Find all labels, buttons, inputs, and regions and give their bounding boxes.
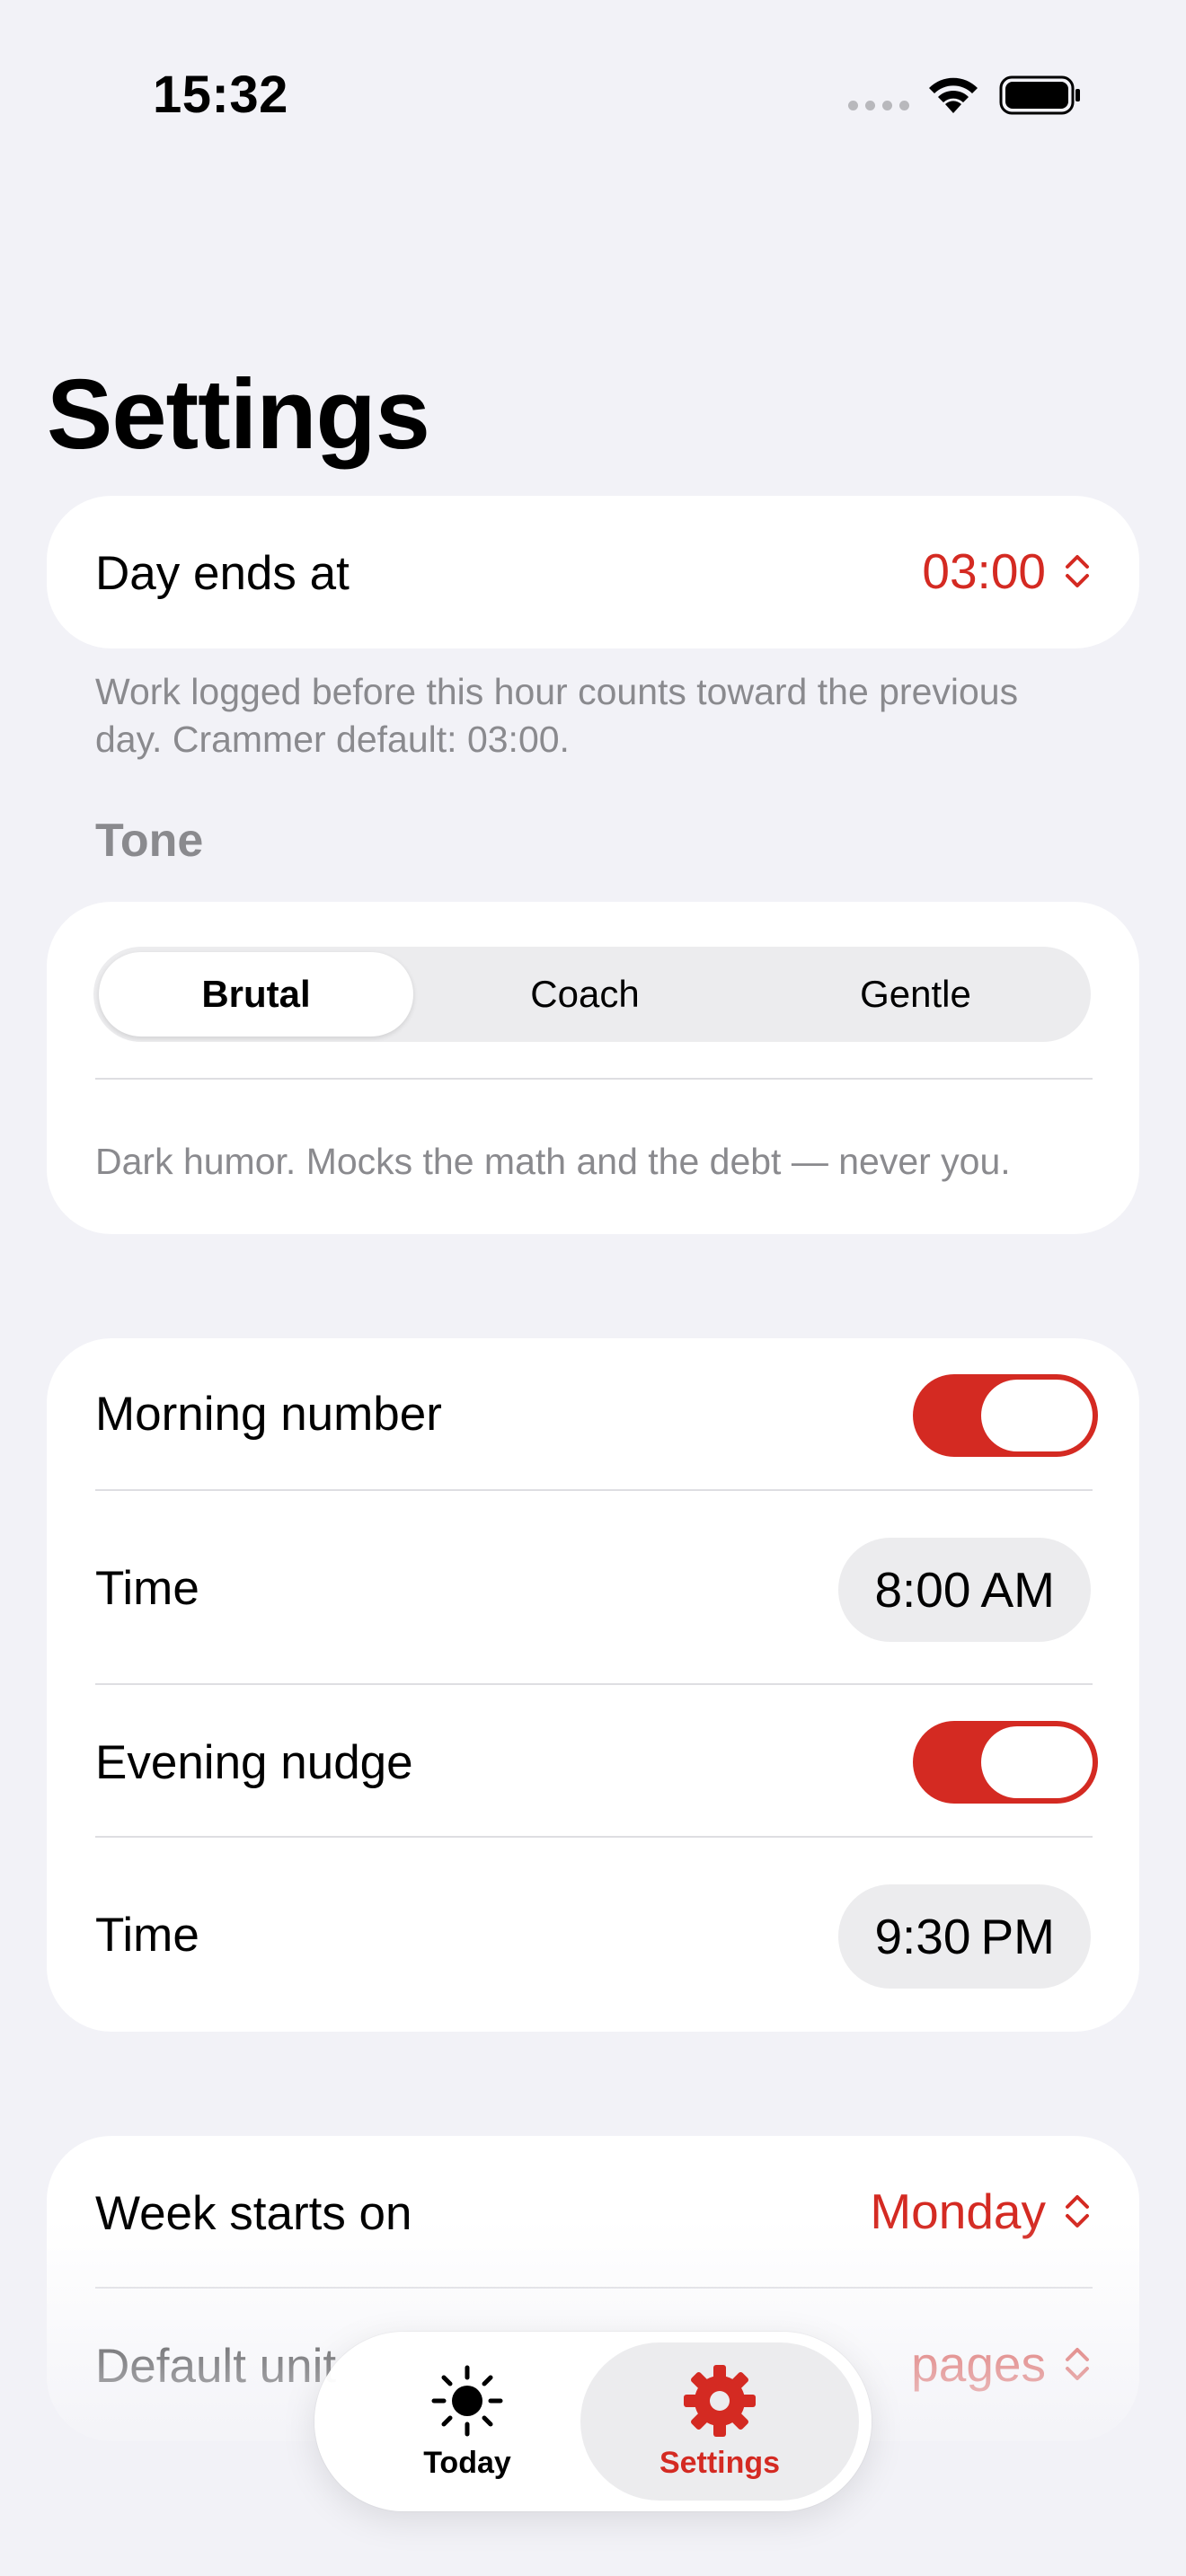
battery-icon [999,75,1080,115]
default-unit-label: Default unit [95,2340,337,2393]
tab-settings-label: Settings [659,2445,781,2480]
evening-time-label: Time [95,1909,199,1962]
tone-option-gentle[interactable]: Gentle [758,952,1073,1037]
divider [95,2287,1093,2289]
evening-nudge-label: Evening nudge [95,1736,413,1789]
morning-number-label: Morning number [95,1388,442,1441]
divider [95,1489,1093,1491]
week-start-label: Week starts on [95,2187,412,2240]
tab-today-label: Today [423,2445,511,2480]
day-ends-label: Day ends at [95,547,350,600]
tone-section-header: Tone [95,815,204,867]
day-ends-card: Day ends at 03:00 [47,496,1139,648]
chevron-up-down-icon [1066,2348,1089,2380]
chevron-up-down-icon [1066,555,1089,587]
tab-bar: Today Settings [314,2332,872,2511]
morning-time-picker[interactable]: 8:00 AM [838,1538,1091,1642]
tone-option-coach[interactable]: Coach [428,952,742,1037]
wifi-icon [929,77,978,113]
week-start-picker[interactable]: Monday [870,2183,1093,2240]
divider [95,1836,1093,1838]
day-ends-value: 03:00 [922,543,1046,599]
page-title: Settings [47,359,430,470]
cellular-signal-icon [848,101,909,113]
morning-time-label: Time [95,1562,199,1615]
tone-divider [95,1078,1093,1080]
tone-segmented-control: Brutal Coach Gentle [93,947,1091,1042]
tone-description: Dark humor. Mocks the math and the debt … [95,1141,1011,1182]
notifications-card: Morning number Time 8:00 AM Evening nudg… [47,1338,1139,2032]
evening-nudge-toggle[interactable] [913,1721,1098,1804]
tab-today[interactable]: Today [350,2342,584,2501]
evening-time-picker[interactable]: 9:30 PM [838,1884,1091,1989]
day-ends-picker[interactable]: 03:00 [922,543,1093,600]
tone-card: Brutal Coach Gentle Dark humor. Mocks th… [47,902,1139,1234]
status-time: 15:32 [153,66,288,124]
gear-icon [684,2364,756,2437]
morning-number-toggle[interactable] [913,1374,1098,1457]
default-unit-picker[interactable]: pages [911,2335,1093,2393]
tone-option-brutal[interactable]: Brutal [99,952,413,1037]
sun-icon [431,2365,503,2436]
tab-settings[interactable]: Settings [580,2342,859,2501]
day-ends-footnote: Work logged before this hour counts towa… [95,671,1019,760]
week-start-value: Monday [870,2183,1046,2239]
chevron-up-down-icon [1066,2195,1089,2228]
divider [95,1683,1093,1685]
default-unit-value: pages [911,2336,1046,2392]
